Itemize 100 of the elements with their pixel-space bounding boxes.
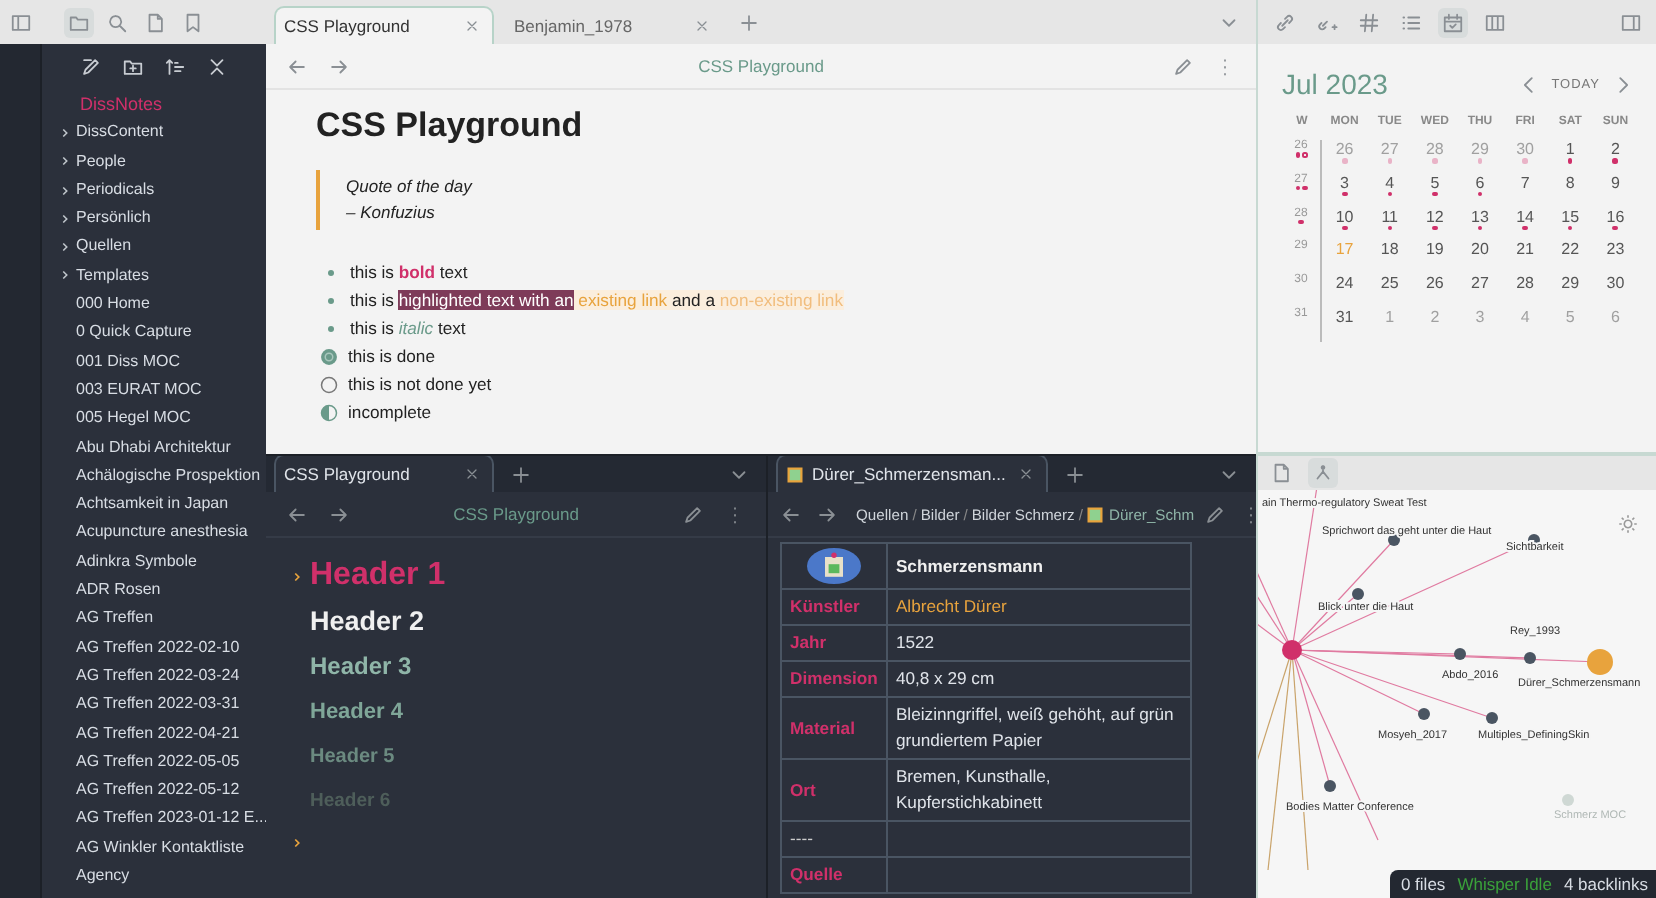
file-tree-item[interactable]: 005 Hegel MOC (42, 404, 266, 434)
file-tree-item[interactable]: 000 Home (42, 290, 266, 319)
heading: Header 1 (310, 558, 446, 595)
table-cell: 1522 (895, 632, 935, 652)
heading: Header 4 (310, 699, 403, 724)
file-tree-item[interactable]: Achtsamkeit in Japan (42, 490, 266, 519)
calendar-day[interactable]: 22 (1561, 240, 1580, 259)
file-tree-item[interactable]: Agency (42, 862, 266, 891)
calendar-day[interactable]: 20 (1471, 240, 1489, 259)
calendar-day[interactable]: 10 (1335, 207, 1354, 226)
image-icon (1086, 505, 1105, 523)
fold-icon[interactable] (290, 569, 304, 584)
calendar-day[interactable]: 30 (1606, 274, 1625, 293)
calendar-day[interactable]: 7 (1520, 173, 1530, 192)
calendar-day[interactable]: 16 (1606, 207, 1625, 226)
file-tree-item[interactable]: 0 Quick Capture (42, 318, 266, 348)
calendar-day[interactable]: 1 (1565, 140, 1575, 158)
painting-thumbnail-icon (803, 548, 864, 584)
file-tree-item[interactable]: AG Treffen 2022-05-05 (42, 747, 266, 777)
list-item-text: this is not done yet (348, 374, 492, 394)
calendar-day[interactable]: 24 (1335, 274, 1354, 293)
table-cell: Jahr (790, 632, 827, 652)
file-tree-item[interactable]: AG Treffen (42, 604, 266, 634)
file-tree-item[interactable]: AG Treffen 2022-03-24 (42, 661, 266, 691)
view-title: CSS Playground (451, 504, 581, 524)
table-cell: Ort (790, 779, 816, 799)
file-tree-item[interactable]: Persönlich (42, 204, 266, 233)
file-tree-item[interactable]: AG Treffen 2022-02-10 (42, 633, 266, 662)
table-cell: Material (790, 717, 855, 737)
file-tree-item[interactable]: AG Treffen 2022-03-31 (42, 690, 266, 720)
calendar-day[interactable]: 11 (1381, 207, 1398, 226)
calendar-day[interactable]: 31 (1335, 307, 1354, 326)
table-cell: Bremen, Kunsthalle, Kupferstichkabinett (895, 766, 1051, 812)
task-done-icon[interactable] (320, 347, 338, 365)
tab[interactable]: CSS Playground (274, 6, 494, 44)
calendar-day[interactable]: 4 (1385, 173, 1395, 192)
table-cell: Dimension (790, 668, 878, 688)
table-cell: 40,8 x 29 cm (895, 668, 995, 688)
calendar-day[interactable]: 26 (1425, 274, 1444, 293)
list-item-text: this is highlighted text with an existing link and a non-existing link (350, 290, 844, 310)
file-tree-item[interactable]: 001 Diss MOC (42, 347, 266, 376)
list-item-text: this is italic text (350, 318, 466, 338)
fold-icon[interactable] (290, 836, 304, 850)
file-tree-item[interactable]: AG Winkler Kontaktliste (42, 833, 266, 863)
calendar-day[interactable]: 14 (1516, 207, 1535, 226)
table-cell: Bleizinngriffel, weiß gehöht, auf grün grundiertem Papier (895, 704, 1174, 750)
calendar-day[interactable]: 19 (1425, 240, 1444, 259)
status-text[interactable]: Whisper Idle (1457, 874, 1552, 894)
file-tree-item[interactable]: People (42, 147, 266, 176)
tab[interactable]: Benjamin_1978 (506, 8, 722, 44)
tab[interactable]: CSS Playground (274, 456, 494, 492)
calendar-day[interactable]: 21 (1516, 240, 1535, 259)
file-tree-item[interactable]: Quellen (42, 232, 266, 262)
calendar-day[interactable]: 6 (1475, 173, 1485, 192)
note-title: CSS Playground (316, 106, 585, 146)
calendar-day[interactable]: 2 (1610, 140, 1620, 158)
tab[interactable]: Dürer_Schmerzensman... (776, 456, 1048, 492)
file-tree-item[interactable]: DissContent (42, 118, 266, 148)
file-tree-item[interactable]: AG Treffen 2023-01-12 E... (42, 804, 266, 834)
file-tree-item[interactable]: AG Treffen 2022-05-12 (42, 776, 266, 805)
calendar-day[interactable]: 3 (1340, 173, 1349, 192)
calendar-day[interactable]: 13 (1471, 207, 1489, 226)
file-tree-item[interactable]: Templates (42, 261, 266, 291)
calendar-icon[interactable] (1438, 7, 1468, 37)
file-tree-item[interactable]: Periodicals (42, 175, 266, 205)
heading: Header 3 (310, 652, 412, 681)
heading: Header 2 (310, 606, 425, 637)
month-title: Jul 2023 (1282, 68, 1388, 100)
folder-icon[interactable] (64, 7, 94, 37)
file-tree-item[interactable]: ADR Rosen (42, 576, 266, 605)
file-tree-item[interactable]: Abu Dhabi Architektur (42, 433, 266, 462)
quote-text: – Konfuzius (346, 200, 437, 226)
table-title: Schmerzensmann (895, 555, 1043, 575)
calendar-day[interactable]: 28 (1516, 274, 1535, 293)
calendar-day[interactable]: 15 (1561, 207, 1580, 226)
image-icon (786, 465, 804, 483)
status-text: 4 backlinks (1563, 874, 1648, 894)
list-item-text: this is bold text (350, 262, 468, 282)
calendar-day[interactable]: 29 (1561, 274, 1580, 293)
list-item-text: this is done (348, 346, 435, 366)
file-tree-item[interactable]: Adinkra Symbole (42, 547, 266, 577)
file-tree-item[interactable]: 003 EURAT MOC (42, 375, 266, 405)
calendar-day[interactable]: 9 (1610, 173, 1620, 192)
calendar-day[interactable]: 23 (1606, 240, 1625, 259)
file-tree-item[interactable]: Acupuncture anesthesia (42, 518, 266, 548)
calendar-day[interactable]: 25 (1380, 274, 1399, 293)
task-checkbox[interactable] (320, 375, 338, 393)
task-partial-icon[interactable] (320, 403, 338, 421)
table-cell: ---- (790, 828, 813, 848)
file-tree-item[interactable]: Achälogische Prospektion (42, 461, 266, 491)
settings-icon[interactable] (1618, 514, 1638, 534)
file-tree-item[interactable]: AG Treffen 2022-04-21 (42, 719, 266, 748)
graph-icon[interactable] (1308, 458, 1338, 488)
calendar-day[interactable]: 18 (1380, 240, 1399, 259)
calendar-day[interactable]: 5 (1430, 173, 1440, 192)
calendar-day[interactable]: 12 (1425, 207, 1444, 226)
calendar-day[interactable]: 27 (1471, 274, 1489, 293)
calendar-day[interactable]: 8 (1565, 173, 1575, 192)
status-text: 0 files (1400, 874, 1446, 894)
heading: Header 5 (310, 745, 395, 768)
